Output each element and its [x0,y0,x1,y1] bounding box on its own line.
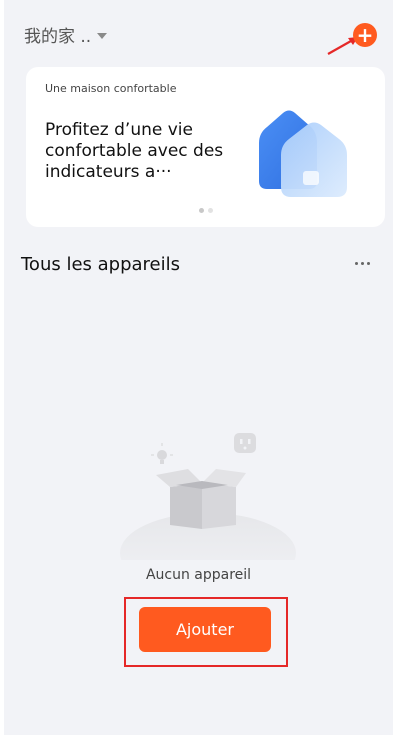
promo-banner[interactable]: Une maison confortable Profitez d’une vi… [26,67,385,227]
socket-icon [234,433,256,453]
home-screen: 我的家 .. + Une maison confortable Profitez… [4,0,393,735]
home-selector[interactable]: 我的家 .. [24,22,108,47]
caret-down-icon [97,32,108,39]
more-icon[interactable] [355,262,370,265]
banner-headline: Profitez d’une vie confortable avec des … [45,120,224,182]
more-dot [355,262,358,265]
more-dot [367,262,370,265]
page-dot [199,208,204,213]
banner-pagination [199,208,213,213]
section-title: Tous les appareils [21,254,181,275]
home-name: 我的家 .. [24,27,92,47]
house-icon [259,110,347,197]
empty-state-text: Aucun appareil [145,567,252,583]
more-dot [361,262,364,265]
add-device-button[interactable]: Ajouter [139,607,271,652]
banner-subtitle: Une maison confortable [45,82,177,95]
add-icon[interactable]: + [353,23,377,47]
page-dot [208,208,213,213]
empty-box-illustration [120,433,296,560]
top-bar: 我的家 .. + [4,0,393,58]
bulb-icon [151,443,173,464]
